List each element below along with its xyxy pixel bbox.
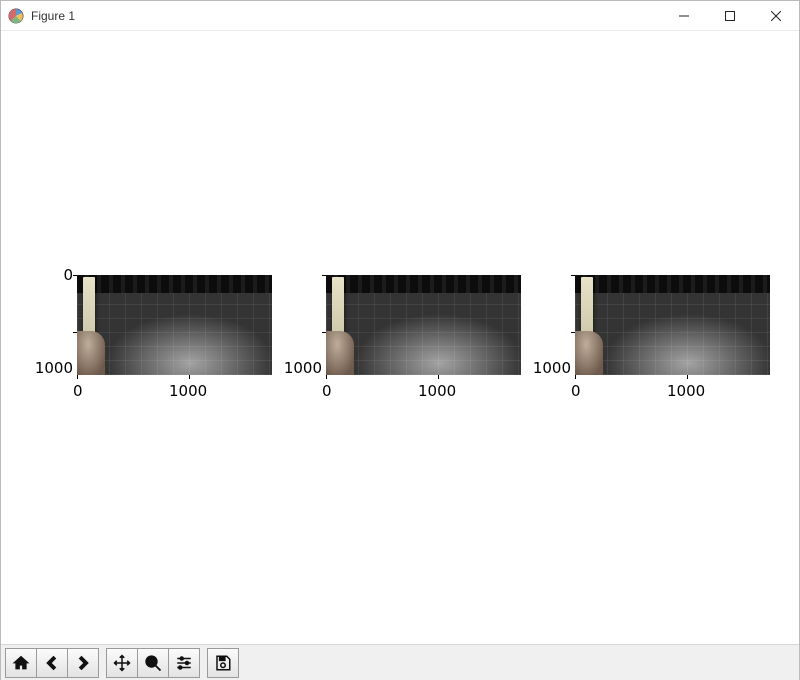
xtick-label: 1000 [418, 382, 456, 400]
matplotlib-icon [8, 8, 24, 24]
ytick-label: 1000 [533, 359, 571, 377]
subplot-3: 1000 0 1000 [547, 275, 779, 415]
subplot-row: 0 1000 0 1000 1000 0 1000 1000 [49, 275, 779, 415]
xtick-label: 0 [322, 382, 332, 400]
ytick-label: 1000 [35, 359, 73, 377]
close-button[interactable] [753, 1, 799, 31]
window-title: Figure 1 [31, 9, 75, 23]
back-button[interactable] [36, 648, 68, 678]
home-button[interactable] [5, 648, 37, 678]
axes-image-1 [77, 275, 272, 375]
navigation-toolbar [1, 644, 799, 680]
subplot-2: 1000 0 1000 [298, 275, 530, 415]
maximize-button[interactable] [707, 1, 753, 31]
xtick-label: 0 [73, 382, 83, 400]
pan-button[interactable] [106, 648, 138, 678]
zoom-button[interactable] [137, 648, 169, 678]
axes-image-2 [326, 275, 521, 375]
window-titlebar: Figure 1 [1, 1, 799, 31]
axes-image-3 [575, 275, 770, 375]
subplot-1: 0 1000 0 1000 [49, 275, 281, 415]
ytick-label: 0 [63, 266, 73, 284]
xtick-label: 1000 [667, 382, 705, 400]
figure-canvas[interactable]: 0 1000 0 1000 1000 0 1000 1000 [1, 31, 799, 644]
ytick-label: 1000 [284, 359, 322, 377]
save-button[interactable] [207, 648, 239, 678]
xtick-label: 1000 [169, 382, 207, 400]
minimize-button[interactable] [661, 1, 707, 31]
xtick-label: 0 [571, 382, 581, 400]
configure-subplots-button[interactable] [168, 648, 200, 678]
forward-button[interactable] [67, 648, 99, 678]
